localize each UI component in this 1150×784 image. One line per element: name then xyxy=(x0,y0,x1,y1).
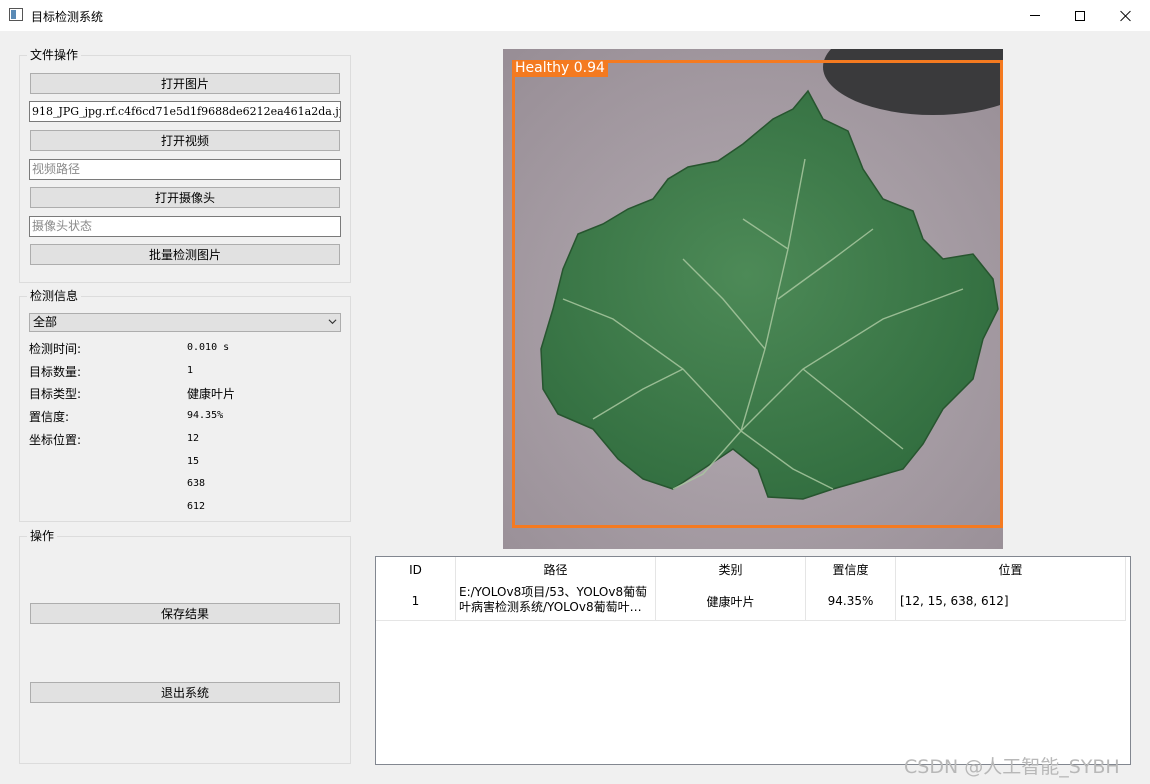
open-camera-button[interactable]: 打开摄像头 xyxy=(30,187,340,208)
target-filter-value: 全部 xyxy=(33,315,58,329)
title-bar: 目标检测系统 xyxy=(0,0,1150,31)
operations-group: 操作 xyxy=(19,529,351,764)
operations-title: 操作 xyxy=(27,529,58,543)
row-path-text: E:/YOLOv8项目/53、YOLOv8葡萄叶病害检测系统/YOLOv8葡萄叶… xyxy=(459,585,648,614)
row-category[interactable]: 健康叶片 xyxy=(656,582,806,621)
header-id[interactable]: ID xyxy=(376,557,456,582)
coord-xmax: 638 xyxy=(187,478,206,489)
maximize-button[interactable] xyxy=(1057,0,1103,31)
row-id[interactable]: 1 xyxy=(376,582,456,621)
batch-detect-button[interactable]: 批量检测图片 xyxy=(30,244,340,265)
open-image-button[interactable]: 打开图片 xyxy=(30,73,340,94)
target-type-value: 健康叶片 xyxy=(187,387,236,401)
file-operations-title: 文件操作 xyxy=(27,48,82,62)
header-confidence[interactable]: 置信度 xyxy=(806,557,896,582)
target-count-label: 目标数量: xyxy=(29,365,82,379)
target-type-label: 目标类型: xyxy=(29,387,82,401)
header-position[interactable]: 位置 xyxy=(896,557,1126,582)
open-video-button[interactable]: 打开视频 xyxy=(30,130,340,151)
detection-info-title: 检测信息 xyxy=(27,289,82,303)
row-position[interactable]: [12, 15, 638, 612] xyxy=(896,582,1126,621)
window-title: 目标检测系统 xyxy=(31,10,104,24)
row-path[interactable]: E:/YOLOv8项目/53、YOLOv8葡萄叶病害检测系统/YOLOv8葡萄叶… xyxy=(456,582,656,621)
row-confidence[interactable]: 94.35% xyxy=(806,582,896,621)
close-icon xyxy=(1120,10,1132,22)
watermark-text: CSDN @人工智能_SYBH xyxy=(904,756,1120,778)
detection-label: Healthy 0.94 xyxy=(512,60,608,77)
maximize-icon xyxy=(1075,10,1085,21)
detection-bounding-box xyxy=(512,60,1003,528)
header-path[interactable]: 路径 xyxy=(456,557,656,582)
detect-time-label: 检测时间: xyxy=(29,342,82,356)
chevron-down-icon xyxy=(328,319,337,325)
coord-ymax: 612 xyxy=(187,501,206,512)
app-icon xyxy=(9,8,23,21)
header-category[interactable]: 类别 xyxy=(656,557,806,582)
close-button[interactable] xyxy=(1103,0,1149,31)
confidence-label: 置信度: xyxy=(29,410,70,424)
image-path-field[interactable]: 918_JPG_jpg.rf.c4f6cd71e5d1f9688de6212ea… xyxy=(29,101,341,122)
detection-image-preview: Healthy 0.94 xyxy=(503,49,1003,549)
exit-system-button[interactable]: 退出系统 xyxy=(30,682,340,703)
results-table[interactable]: ID 路径 类别 置信度 位置 1 E:/YOLOv8项目/53、YOLOv8葡… xyxy=(375,556,1131,765)
target-count-value: 1 xyxy=(187,365,194,376)
coord-xmin: 12 xyxy=(187,433,200,444)
confidence-value: 94.35% xyxy=(187,410,224,421)
coordinates-label: 坐标位置: xyxy=(29,433,82,447)
camera-status-field[interactable]: 摄像头状态 xyxy=(29,216,341,237)
target-filter-select[interactable]: 全部 xyxy=(29,313,341,332)
coord-ymin: 15 xyxy=(187,456,200,467)
video-path-field[interactable]: 视频路径 xyxy=(29,159,341,180)
detect-time-value: 0.010 s xyxy=(187,342,230,353)
minimize-button[interactable] xyxy=(1012,0,1058,31)
save-result-button[interactable]: 保存结果 xyxy=(30,603,340,624)
minimize-icon xyxy=(1030,15,1040,16)
